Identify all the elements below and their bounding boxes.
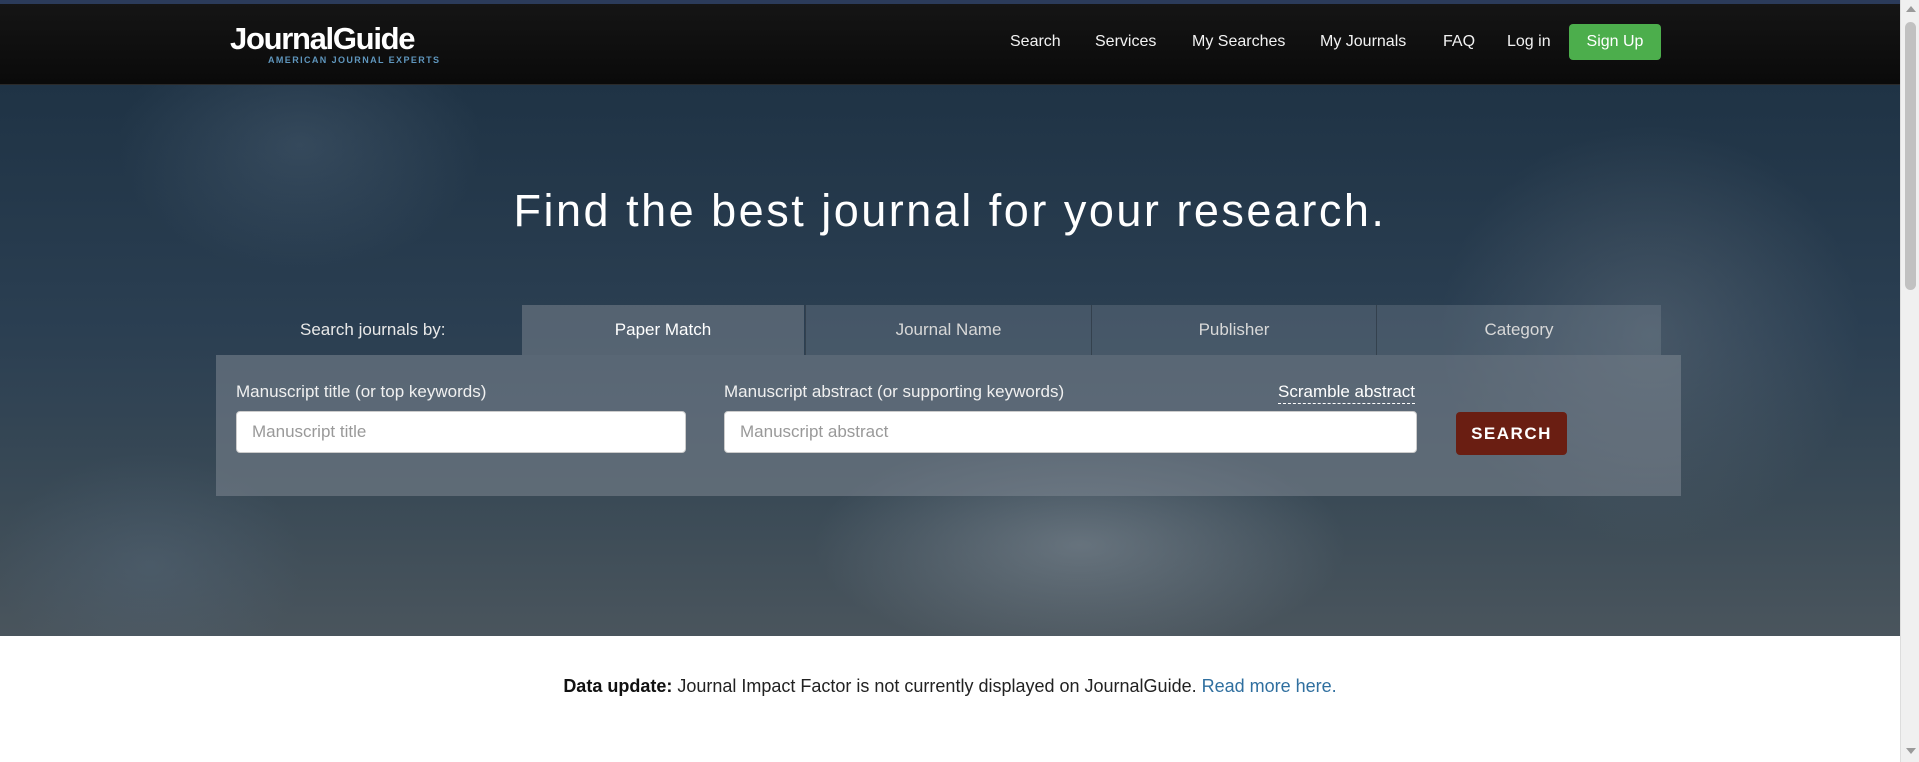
data-update-notice: Data update: Journal Impact Factor is no… [0, 676, 1900, 697]
abstract-field-label: Manuscript abstract (or supporting keywo… [724, 382, 1065, 401]
sign-up-button[interactable]: Sign Up [1569, 24, 1661, 60]
notice-text: Journal Impact Factor is not currently d… [672, 676, 1202, 696]
nav-services[interactable]: Services [1095, 33, 1156, 51]
tab-publisher[interactable]: Publisher [1091, 305, 1376, 355]
logo-text: JournalGuide [230, 21, 416, 56]
scroll-down-arrow-icon[interactable] [1906, 748, 1916, 754]
journalguide-logo[interactable]: JournalGuide AMERICAN JOURNAL EXPERTS [230, 21, 441, 66]
notice-bold-label: Data update: [563, 676, 673, 696]
tab-journal-name[interactable]: Journal Name [805, 305, 1091, 355]
top-navbar: JournalGuide AMERICAN JOURNAL EXPERTS Se… [0, 4, 1900, 85]
title-field-label: Manuscript title (or top keywords) [236, 382, 487, 401]
search-by-label: Search journals by: [300, 320, 446, 339]
read-more-link[interactable]: Read more here. [1202, 676, 1337, 696]
scroll-up-arrow-icon[interactable] [1906, 6, 1916, 12]
search-button[interactable]: SEARCH [1456, 412, 1567, 455]
scramble-abstract-link[interactable]: Scramble abstract [1278, 382, 1415, 404]
hero-section: Find the best journal for your research.… [0, 85, 1900, 636]
nav-my-journals[interactable]: My Journals [1320, 33, 1406, 51]
nav-search[interactable]: Search [1010, 33, 1061, 51]
nav-my-searches[interactable]: My Searches [1192, 33, 1285, 51]
tab-paper-match[interactable]: Paper Match [522, 305, 804, 355]
tab-category[interactable]: Category [1376, 305, 1661, 355]
paper-match-panel: Manuscript title (or top keywords) Manus… [216, 355, 1681, 496]
nav-log-in[interactable]: Log in [1507, 33, 1551, 51]
logo-subtitle: AMERICAN JOURNAL EXPERTS [268, 55, 441, 65]
hero-title: Find the best journal for your research. [513, 185, 1387, 236]
page-scrollbar[interactable] [1900, 0, 1919, 762]
manuscript-title-input[interactable] [236, 411, 686, 453]
scroll-thumb[interactable] [1905, 22, 1916, 290]
manuscript-abstract-input[interactable] [724, 411, 1417, 453]
nav-faq[interactable]: FAQ [1443, 33, 1475, 51]
